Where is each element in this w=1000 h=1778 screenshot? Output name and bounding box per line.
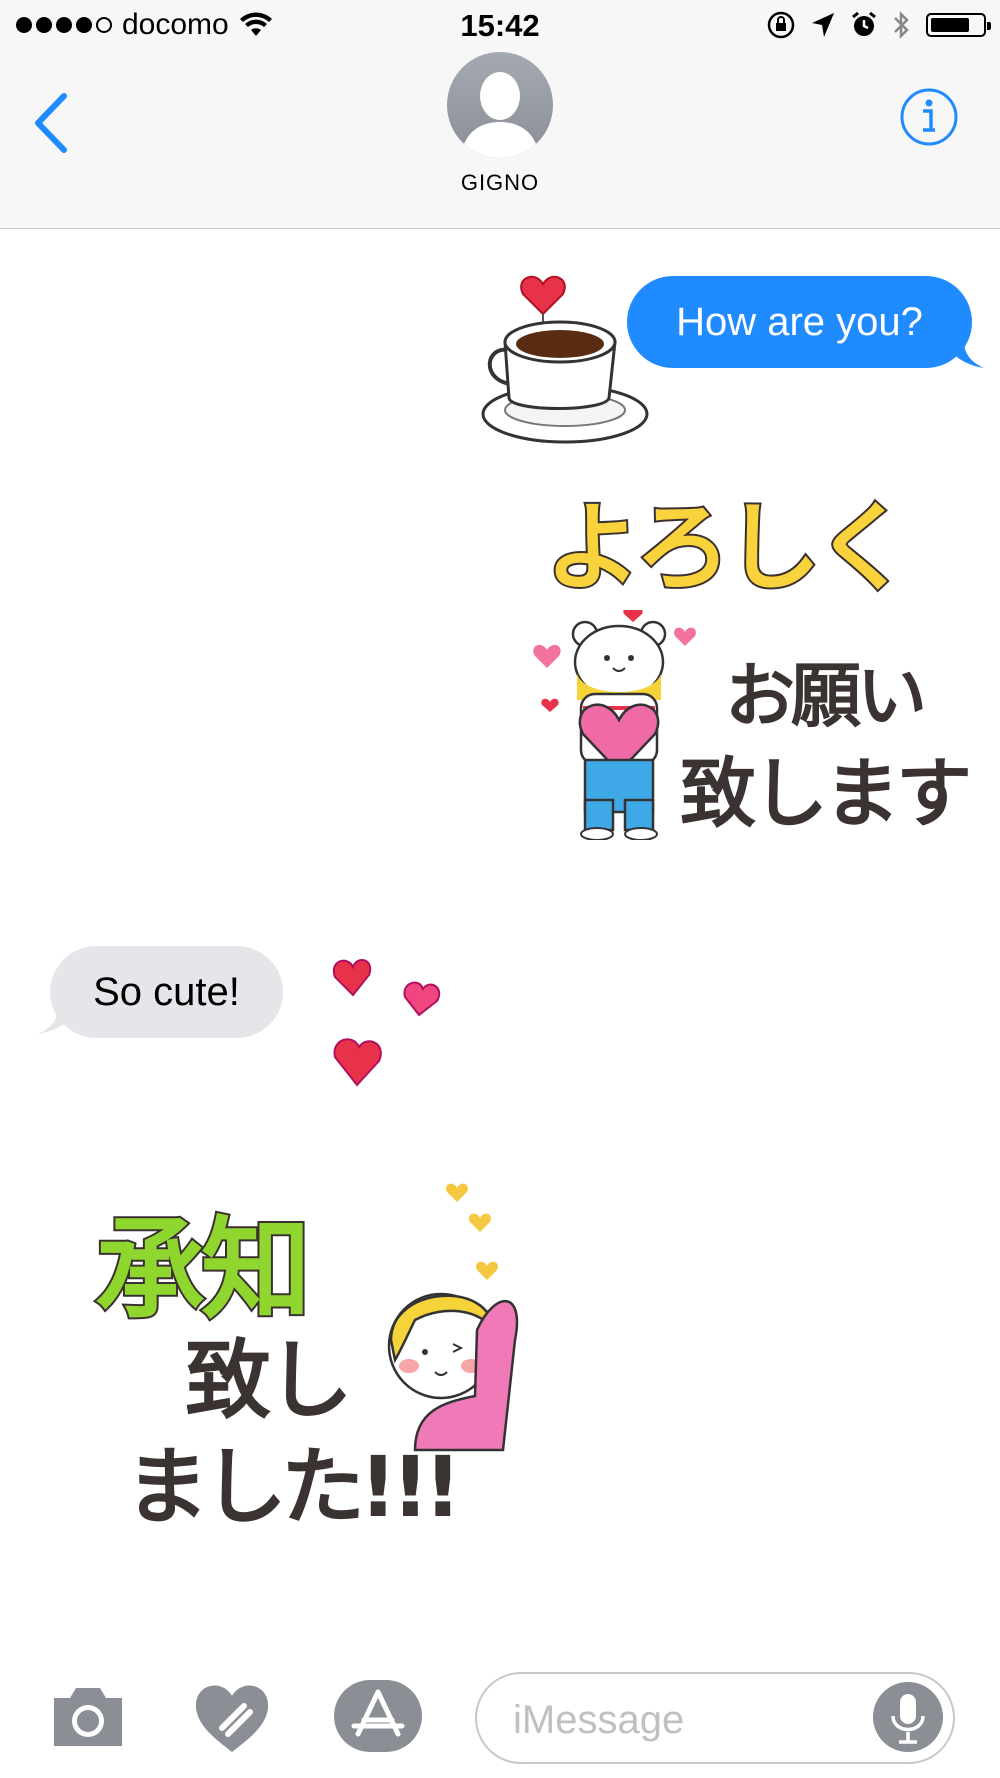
contact-name[interactable]: GIGNO [0, 170, 1000, 196]
location-icon [812, 13, 834, 37]
message-text: How are you? [676, 300, 923, 344]
info-button[interactable] [898, 86, 960, 148]
digital-touch-icon[interactable] [192, 1676, 272, 1756]
shouchi-sticker[interactable]: 承知 致し ました!!! [85, 1180, 530, 1540]
composer-bar: iMessage [0, 1660, 1000, 1778]
status-right [766, 10, 991, 40]
person-silhouette-icon [461, 72, 539, 158]
camera-icon[interactable] [48, 1682, 128, 1752]
hearts-sticker[interactable] [325, 955, 455, 1095]
avatar[interactable] [447, 52, 553, 158]
status-bar: docomo 15:42 [0, 0, 1000, 52]
conversation-header: GIGNO [0, 52, 1000, 229]
sticker-text: お願い [724, 654, 929, 739]
rotation-lock-icon [767, 11, 795, 39]
message-text: So cute! [93, 970, 240, 1014]
bear-icon [533, 610, 696, 840]
received-message[interactable]: So cute! [50, 946, 283, 1038]
battery-icon [926, 13, 991, 37]
yoroshiku-sticker[interactable]: よろしく お願い 致します [525, 470, 980, 840]
sent-message[interactable]: How are you? [627, 276, 972, 368]
bluetooth-icon [894, 10, 909, 40]
contact-header: GIGNO [0, 52, 1000, 196]
girl-icon [387, 1183, 519, 1452]
message-input[interactable]: iMessage [475, 1672, 955, 1764]
coffee-sticker[interactable] [475, 262, 655, 452]
alarm-icon [852, 11, 876, 36]
sticker-text: 致します [679, 748, 974, 840]
sticker-text: よろしく [543, 490, 913, 606]
message-placeholder: iMessage [513, 1698, 685, 1742]
sticker-text: 致し [184, 1330, 355, 1433]
app-store-icon[interactable] [332, 1676, 424, 1756]
microphone-icon [891, 1694, 925, 1744]
microphone-button[interactable] [873, 1682, 943, 1752]
